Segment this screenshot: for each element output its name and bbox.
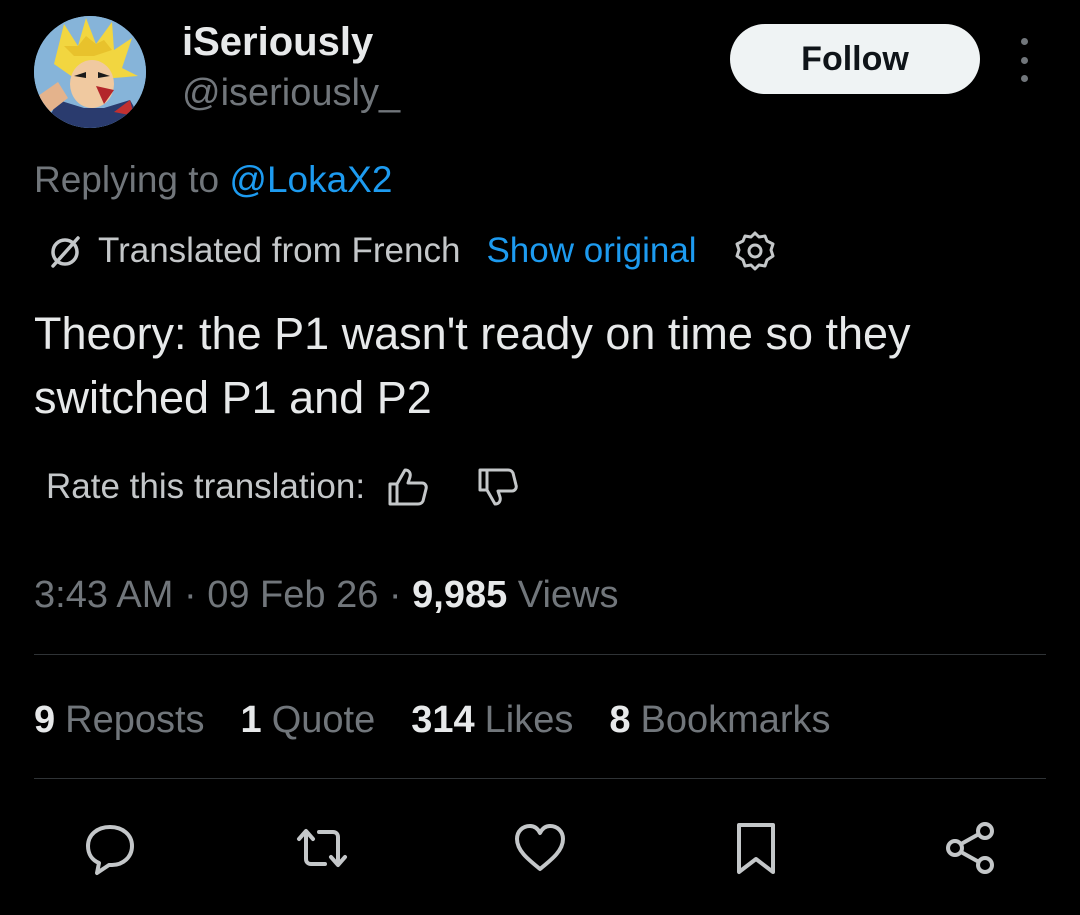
avatar-image (34, 16, 146, 128)
replying-to: Replying to @LokaX2 (34, 156, 392, 204)
more-options-icon[interactable] (1004, 38, 1044, 82)
repost-icon (297, 829, 347, 867)
bookmarks-label: Bookmarks (640, 698, 831, 741)
quote-label: Quote (271, 698, 376, 741)
tweet-text: Theory: the P1 wasn't ready on time so t… (34, 308, 911, 423)
action-bar (0, 816, 1080, 880)
bookmark-button[interactable] (724, 816, 788, 880)
follow-button[interactable]: Follow (730, 24, 980, 94)
quote-stat[interactable]: 1 Quote (241, 699, 376, 742)
replying-to-label: Replying to (34, 159, 230, 200)
engagement-stats: 9 Reposts 1 Quote 314 Likes 8 Bookmarks (34, 694, 867, 746)
reply-mention-link[interactable]: @LokaX2 (229, 159, 392, 200)
reply-button[interactable] (78, 816, 142, 880)
divider (34, 654, 1046, 655)
reposts-label: Reposts (65, 698, 205, 741)
bookmarks-count: 8 (609, 698, 631, 741)
reply-icon (86, 825, 134, 875)
quote-count: 1 (240, 698, 262, 741)
views-count: 9,985 (412, 574, 508, 616)
share-button[interactable] (938, 816, 1002, 880)
bookmark-icon (737, 823, 775, 874)
tweet-meta: 3:43 AM · 09 Feb 26 · 9,985 Views (34, 570, 618, 620)
bookmarks-stat[interactable]: 8 Bookmarks (609, 699, 830, 742)
rate-translation-label: Rate this translation: (46, 467, 366, 506)
meta-separator: · (378, 574, 413, 616)
repost-button[interactable] (290, 816, 354, 880)
meta-separator: · (173, 574, 208, 616)
likes-label: Likes (484, 698, 574, 741)
share-icon (946, 822, 994, 874)
tweet-time[interactable]: 3:43 AM (34, 574, 173, 616)
thumbs-up-icon[interactable] (385, 464, 431, 510)
reposts-count: 9 (34, 698, 56, 741)
translation-bar: Translated from French Show original (44, 226, 777, 276)
avatar[interactable] (34, 16, 146, 128)
tweet-date[interactable]: 09 Feb 26 (207, 574, 378, 616)
views-label: Views (517, 574, 619, 616)
rate-translation: Rate this translation: (46, 462, 521, 512)
thumbs-down-icon[interactable] (475, 464, 521, 510)
translated-from-label: Translated from French (98, 231, 461, 270)
show-original-link[interactable]: Show original (486, 231, 696, 271)
likes-stat[interactable]: 314 Likes (411, 699, 573, 742)
reposts-stat[interactable]: 9 Reposts (34, 699, 205, 742)
translate-icon (51, 236, 80, 268)
likes-count: 314 (411, 698, 475, 741)
divider (34, 778, 1046, 779)
like-button[interactable] (508, 816, 572, 880)
gear-icon[interactable] (733, 229, 777, 273)
heart-icon (515, 824, 565, 871)
user-handle[interactable]: @iseriously_ (182, 70, 400, 116)
display-name[interactable]: iSeriously (182, 18, 373, 66)
tweet-detail: iSeriously @iseriously_ Follow Replying … (0, 0, 1080, 915)
